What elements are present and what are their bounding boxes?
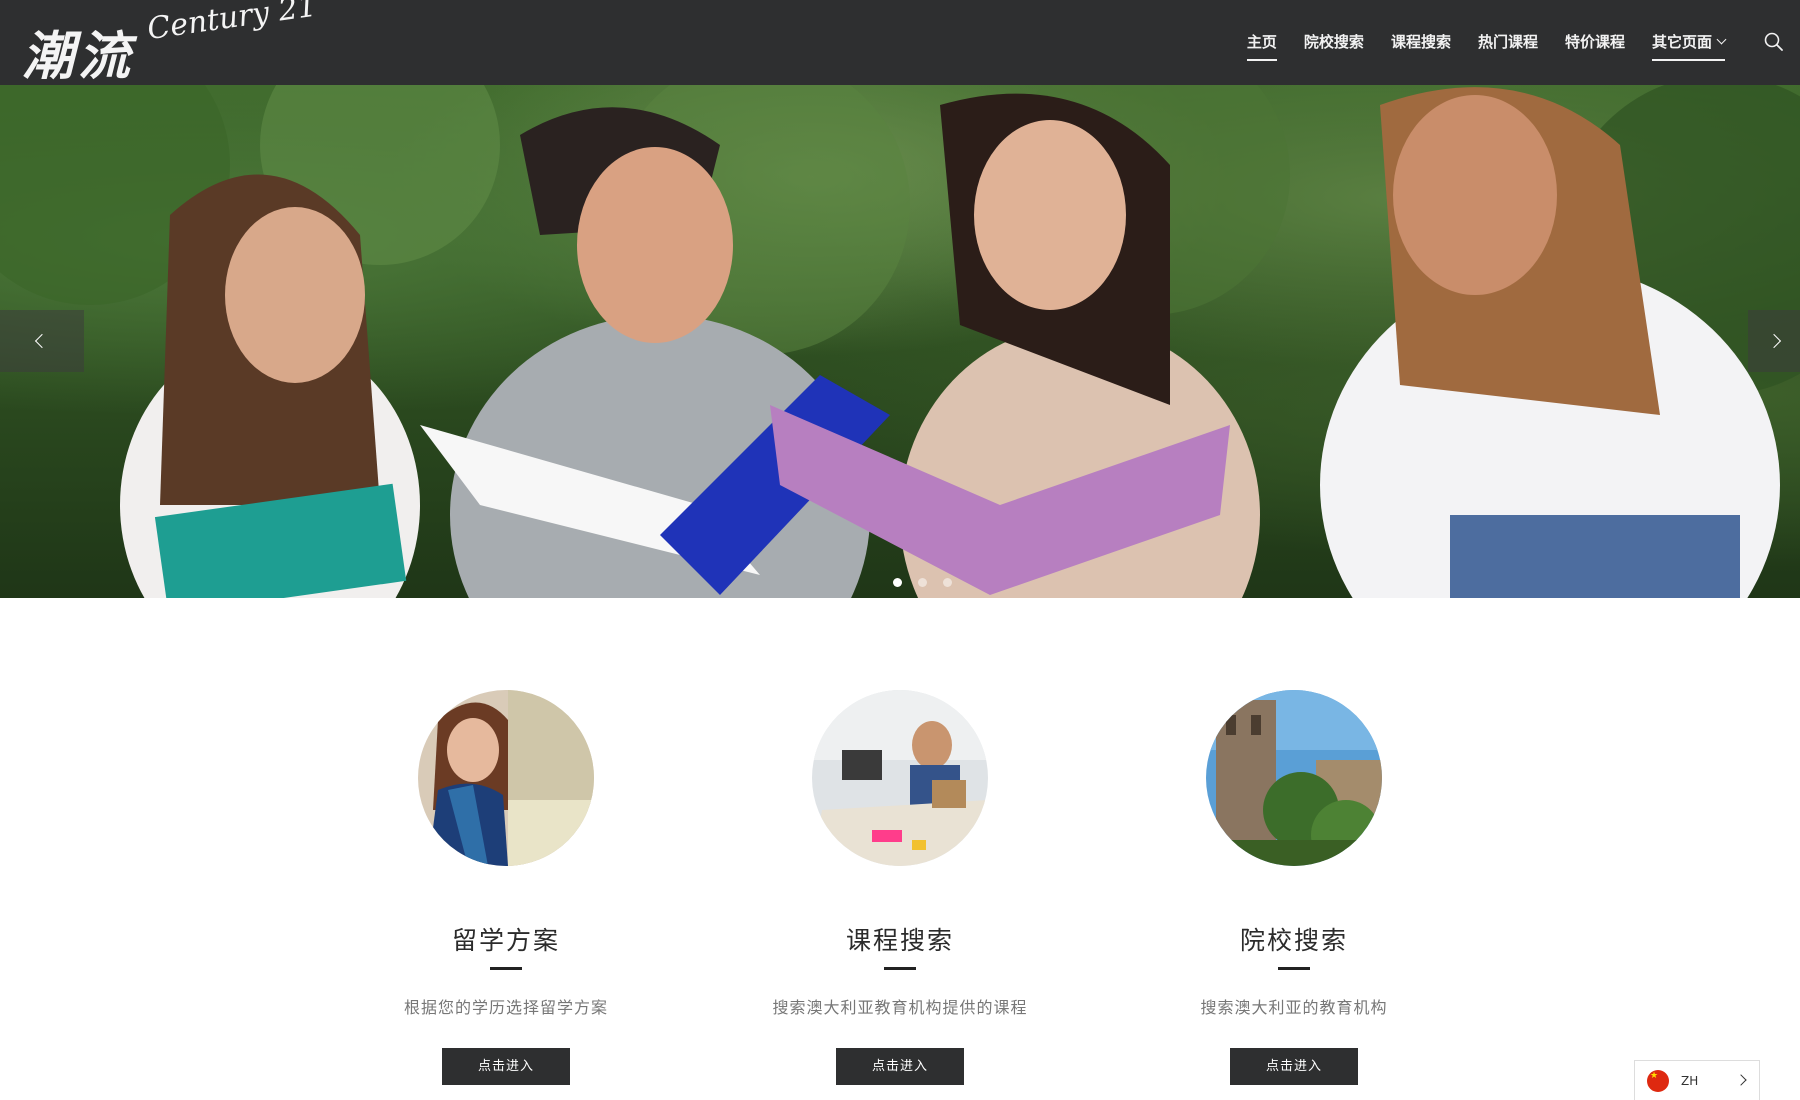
feature-school-search: 院校搜索 搜索澳大利亚的教育机构 点击进入 [1124,690,1464,1085]
nav-item-school-search[interactable]: 院校搜索 [1304,25,1364,60]
chevron-right-icon [1735,1074,1747,1086]
nav-item-other-pages[interactable]: 其它页面 [1651,25,1727,61]
site-logo[interactable]: 潮流 Century 21 [22,0,319,87]
main-nav: 主页 院校搜索 课程搜索 热门课程 特价课程 其它页面 [1246,0,1727,85]
title-divider [490,967,522,970]
student-photo [418,690,594,866]
slider-dot-1[interactable] [893,578,902,587]
nav-item-label: 课程搜索 [1390,33,1451,51]
feature-image-campus[interactable] [1206,690,1382,866]
feature-image-student[interactable] [418,690,594,866]
slider-next-button[interactable] [1748,310,1800,372]
chevron-down-icon [1716,34,1727,44]
language-switcher[interactable]: ZH [1634,1060,1760,1100]
language-code: ZH [1681,1073,1699,1088]
feature-title: 院校搜索 [1239,926,1348,955]
feature-course-search: 课程搜索 搜索澳大利亚教育机构提供的课程 点击进入 [730,690,1070,1085]
nav-item-special-courses[interactable]: 特价课程 [1565,25,1625,60]
hero-photo-students [0,85,1800,598]
slider-dots [893,578,952,587]
title-divider [884,967,916,970]
nav-item-hot-courses[interactable]: 热门课程 [1478,25,1538,60]
nav-item-course-search[interactable]: 课程搜索 [1391,25,1451,60]
logo-chinese-text: 潮流 [22,26,135,87]
china-flag-icon [1647,1069,1669,1092]
search-button[interactable] [1762,30,1786,54]
nav-item-label: 主页 [1246,33,1277,51]
chevron-right-icon [1766,333,1782,349]
feature-title: 留学方案 [451,926,560,955]
nav-item-label: 热门课程 [1477,33,1538,51]
chevron-left-icon [34,333,50,349]
feature-description: 搜索澳大利亚的教育机构 [1200,998,1388,1017]
feature-study-plan: 留学方案 根据您的学历选择留学方案 点击进入 [336,690,676,1085]
school-search-enter-button[interactable]: 点击进入 [1230,1048,1358,1085]
title-divider [1278,967,1310,970]
feature-description: 搜索澳大利亚教育机构提供的课程 [772,998,1028,1017]
logo-english-text: Century 21 [145,0,319,48]
course-search-enter-button[interactable]: 点击进入 [836,1048,964,1085]
site-header: 潮流 Century 21 主页 院校搜索 课程搜索 热门课程 特价课程 其它页… [0,0,1800,87]
slider-dot-2[interactable] [918,578,927,587]
nav-item-home[interactable]: 主页 [1246,25,1277,61]
nav-item-label: 特价课程 [1564,33,1625,51]
nav-item-label: 其它页面 [1651,33,1712,51]
search-icon [1764,32,1783,51]
feature-description: 根据您的学历选择留学方案 [403,998,608,1017]
feature-image-classroom[interactable] [812,690,988,866]
slider-prev-button[interactable] [0,310,84,372]
classroom-photo [812,690,988,866]
slider-dot-3[interactable] [943,578,952,587]
feature-title: 课程搜索 [845,926,954,955]
hero-slider [0,85,1800,598]
study-plan-enter-button[interactable]: 点击进入 [442,1048,570,1085]
nav-item-label: 院校搜索 [1303,33,1364,51]
features-section: 留学方案 根据您的学历选择留学方案 点击进入 课程搜索 搜索澳大利亚教育机构提供… [0,598,1800,1100]
campus-photo [1206,690,1382,866]
